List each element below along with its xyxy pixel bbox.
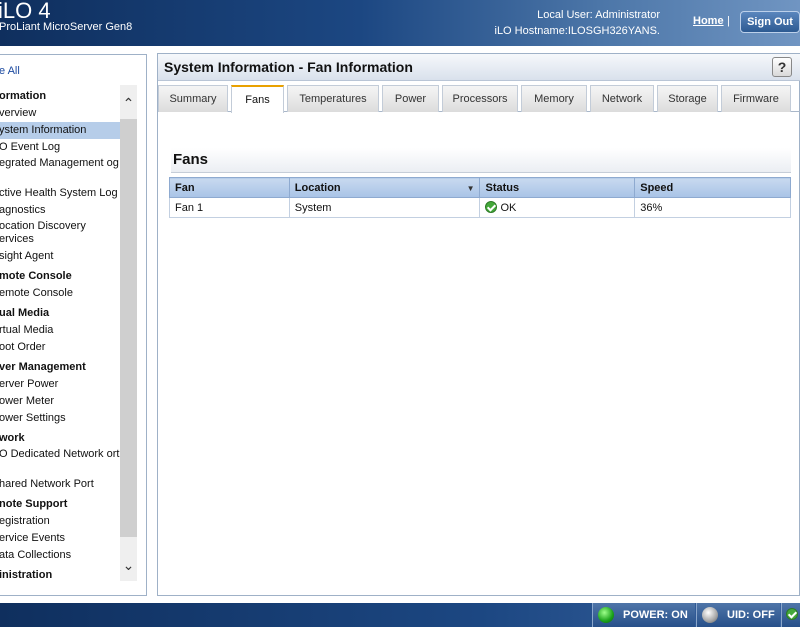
tab-storage[interactable]: Storage bbox=[657, 85, 718, 112]
column-header-fan[interactable]: Fan bbox=[169, 177, 290, 198]
section-title: Fans bbox=[173, 151, 209, 168]
fans-table: Fan Location ▼ Status Speed Fan 1 System … bbox=[169, 177, 791, 218]
panel-title-bar: System Information - Fan Information ? bbox=[158, 54, 800, 81]
sort-down-icon[interactable]: ▼ bbox=[467, 184, 475, 193]
tab-bar: Summary Fans Temperatures Power Processo… bbox=[158, 85, 800, 113]
uid-led-icon bbox=[702, 607, 718, 623]
nav-item-location-discovery-services[interactable]: ocation Discovery ervices bbox=[0, 219, 121, 248]
uid-status[interactable]: UID: OFF bbox=[696, 603, 780, 627]
cell-location: System bbox=[288, 197, 481, 218]
nav-item-power-settings[interactable]: ower Settings bbox=[0, 410, 121, 427]
column-header-speed[interactable]: Speed bbox=[634, 177, 791, 198]
tab-fans[interactable]: Fans bbox=[231, 85, 284, 113]
nav-item-service-events[interactable]: ervice Events bbox=[0, 530, 121, 547]
cell-status: OK bbox=[479, 197, 636, 218]
tab-power[interactable]: Power bbox=[382, 85, 439, 112]
header-bar: iLO 4 ProLiant MicroServer Gen8 Local Us… bbox=[0, 0, 800, 46]
nav-item-server-power[interactable]: erver Power bbox=[0, 376, 121, 393]
nav-item-registration[interactable]: egistration bbox=[0, 513, 121, 530]
nav-section-administration[interactable]: inistration bbox=[0, 567, 121, 584]
nav-item-virtual-media[interactable]: rtual Media bbox=[0, 322, 121, 339]
nav-item-overview[interactable]: verview bbox=[0, 105, 121, 122]
hostname-label: iLO Hostname: bbox=[494, 25, 568, 37]
server-model: ProLiant MicroServer Gen8 bbox=[0, 21, 133, 33]
health-ok-icon bbox=[786, 608, 798, 620]
health-status[interactable] bbox=[781, 603, 800, 627]
tab-summary[interactable]: Summary bbox=[158, 85, 228, 112]
power-status[interactable]: POWER: ON bbox=[592, 603, 695, 627]
nav-item-power-meter[interactable]: ower Meter bbox=[0, 393, 121, 410]
section-header: Fans bbox=[171, 148, 791, 173]
nav-item-ilo-event-log[interactable]: O Event Log bbox=[0, 139, 121, 156]
tab-memory[interactable]: Memory bbox=[521, 85, 587, 112]
nav-section-remote-support[interactable]: note Support bbox=[0, 496, 121, 513]
local-user-label: Local User: bbox=[537, 9, 593, 21]
column-header-status[interactable]: Status bbox=[479, 177, 636, 198]
column-header-location[interactable]: Location ▼ bbox=[288, 177, 481, 198]
tab-processors[interactable]: Processors bbox=[442, 85, 518, 112]
nav-section-remote-console[interactable]: mote Console bbox=[0, 268, 121, 285]
cell-fan: Fan 1 bbox=[169, 197, 290, 218]
tab-firmware[interactable]: Firmware bbox=[721, 85, 791, 112]
power-led-icon bbox=[598, 607, 614, 623]
uid-status-label: UID: OFF bbox=[727, 609, 775, 621]
main-panel: System Information - Fan Information ? S… bbox=[157, 53, 800, 596]
nav-item-data-collections[interactable]: ata Collections bbox=[0, 547, 121, 564]
nav-item-active-health-system-log[interactable]: ctive Health System Log bbox=[0, 185, 121, 202]
tab-network[interactable]: Network bbox=[590, 85, 654, 112]
nav-item-insight-agent[interactable]: sight Agent bbox=[0, 248, 121, 265]
power-status-label: POWER: ON bbox=[623, 609, 688, 621]
nav-item-diagnostics[interactable]: agnostics bbox=[0, 202, 121, 219]
status-ok-icon bbox=[485, 201, 498, 213]
tab-temperatures[interactable]: Temperatures bbox=[287, 85, 379, 112]
sidebar-scrollbar-thumb[interactable] bbox=[120, 119, 137, 537]
nav-item-integrated-management-log[interactable]: egrated Management og bbox=[0, 156, 121, 185]
expand-all-link[interactable]: e All bbox=[0, 65, 20, 77]
nav-tree: ormation verview ystem Information O Eve… bbox=[0, 85, 121, 584]
status-bar: POWER: ON UID: OFF bbox=[0, 603, 800, 627]
nav-item-system-information[interactable]: ystem Information bbox=[0, 122, 121, 139]
nav-section-network[interactable]: work bbox=[0, 430, 121, 447]
sign-out-button[interactable]: Sign Out bbox=[740, 11, 800, 33]
scroll-down-icon[interactable]: ⌄ bbox=[120, 557, 137, 574]
table-row: Fan 1 System OK 36% bbox=[169, 197, 791, 218]
scroll-up-icon[interactable]: ⌃ bbox=[120, 95, 137, 112]
header-separator: | bbox=[727, 15, 730, 27]
nav-item-shared-network-port[interactable]: hared Network Port bbox=[0, 476, 121, 493]
table-header-row: Fan Location ▼ Status Speed bbox=[169, 177, 791, 198]
nav-item-ilo-dedicated-network-port[interactable]: O Dedicated Network ort bbox=[0, 447, 121, 476]
page-title: System Information - Fan Information bbox=[164, 59, 413, 75]
sidebar: e All ormation verview ystem Information… bbox=[0, 54, 147, 596]
hostname-value: ILOSGH326YANS. bbox=[567, 25, 660, 37]
local-user-value: Administrator bbox=[595, 9, 660, 21]
hostname: iLO Hostname:ILOSGH326YANS. bbox=[495, 25, 661, 37]
nav-item-remote-console[interactable]: emote Console bbox=[0, 285, 121, 302]
home-link[interactable]: Home bbox=[693, 15, 724, 27]
nav-section-information[interactable]: ormation bbox=[0, 88, 121, 105]
column-header-location-label: Location bbox=[294, 181, 341, 194]
local-user: Local User: Administrator bbox=[537, 9, 660, 21]
nav-item-boot-order[interactable]: oot Order bbox=[0, 339, 121, 356]
help-button[interactable]: ? bbox=[772, 57, 792, 77]
cell-speed: 36% bbox=[634, 197, 791, 218]
nav-section-virtual-media[interactable]: ual Media bbox=[0, 305, 121, 322]
status-text: OK bbox=[500, 202, 517, 214]
nav-section-power-management[interactable]: ver Management bbox=[0, 359, 121, 376]
